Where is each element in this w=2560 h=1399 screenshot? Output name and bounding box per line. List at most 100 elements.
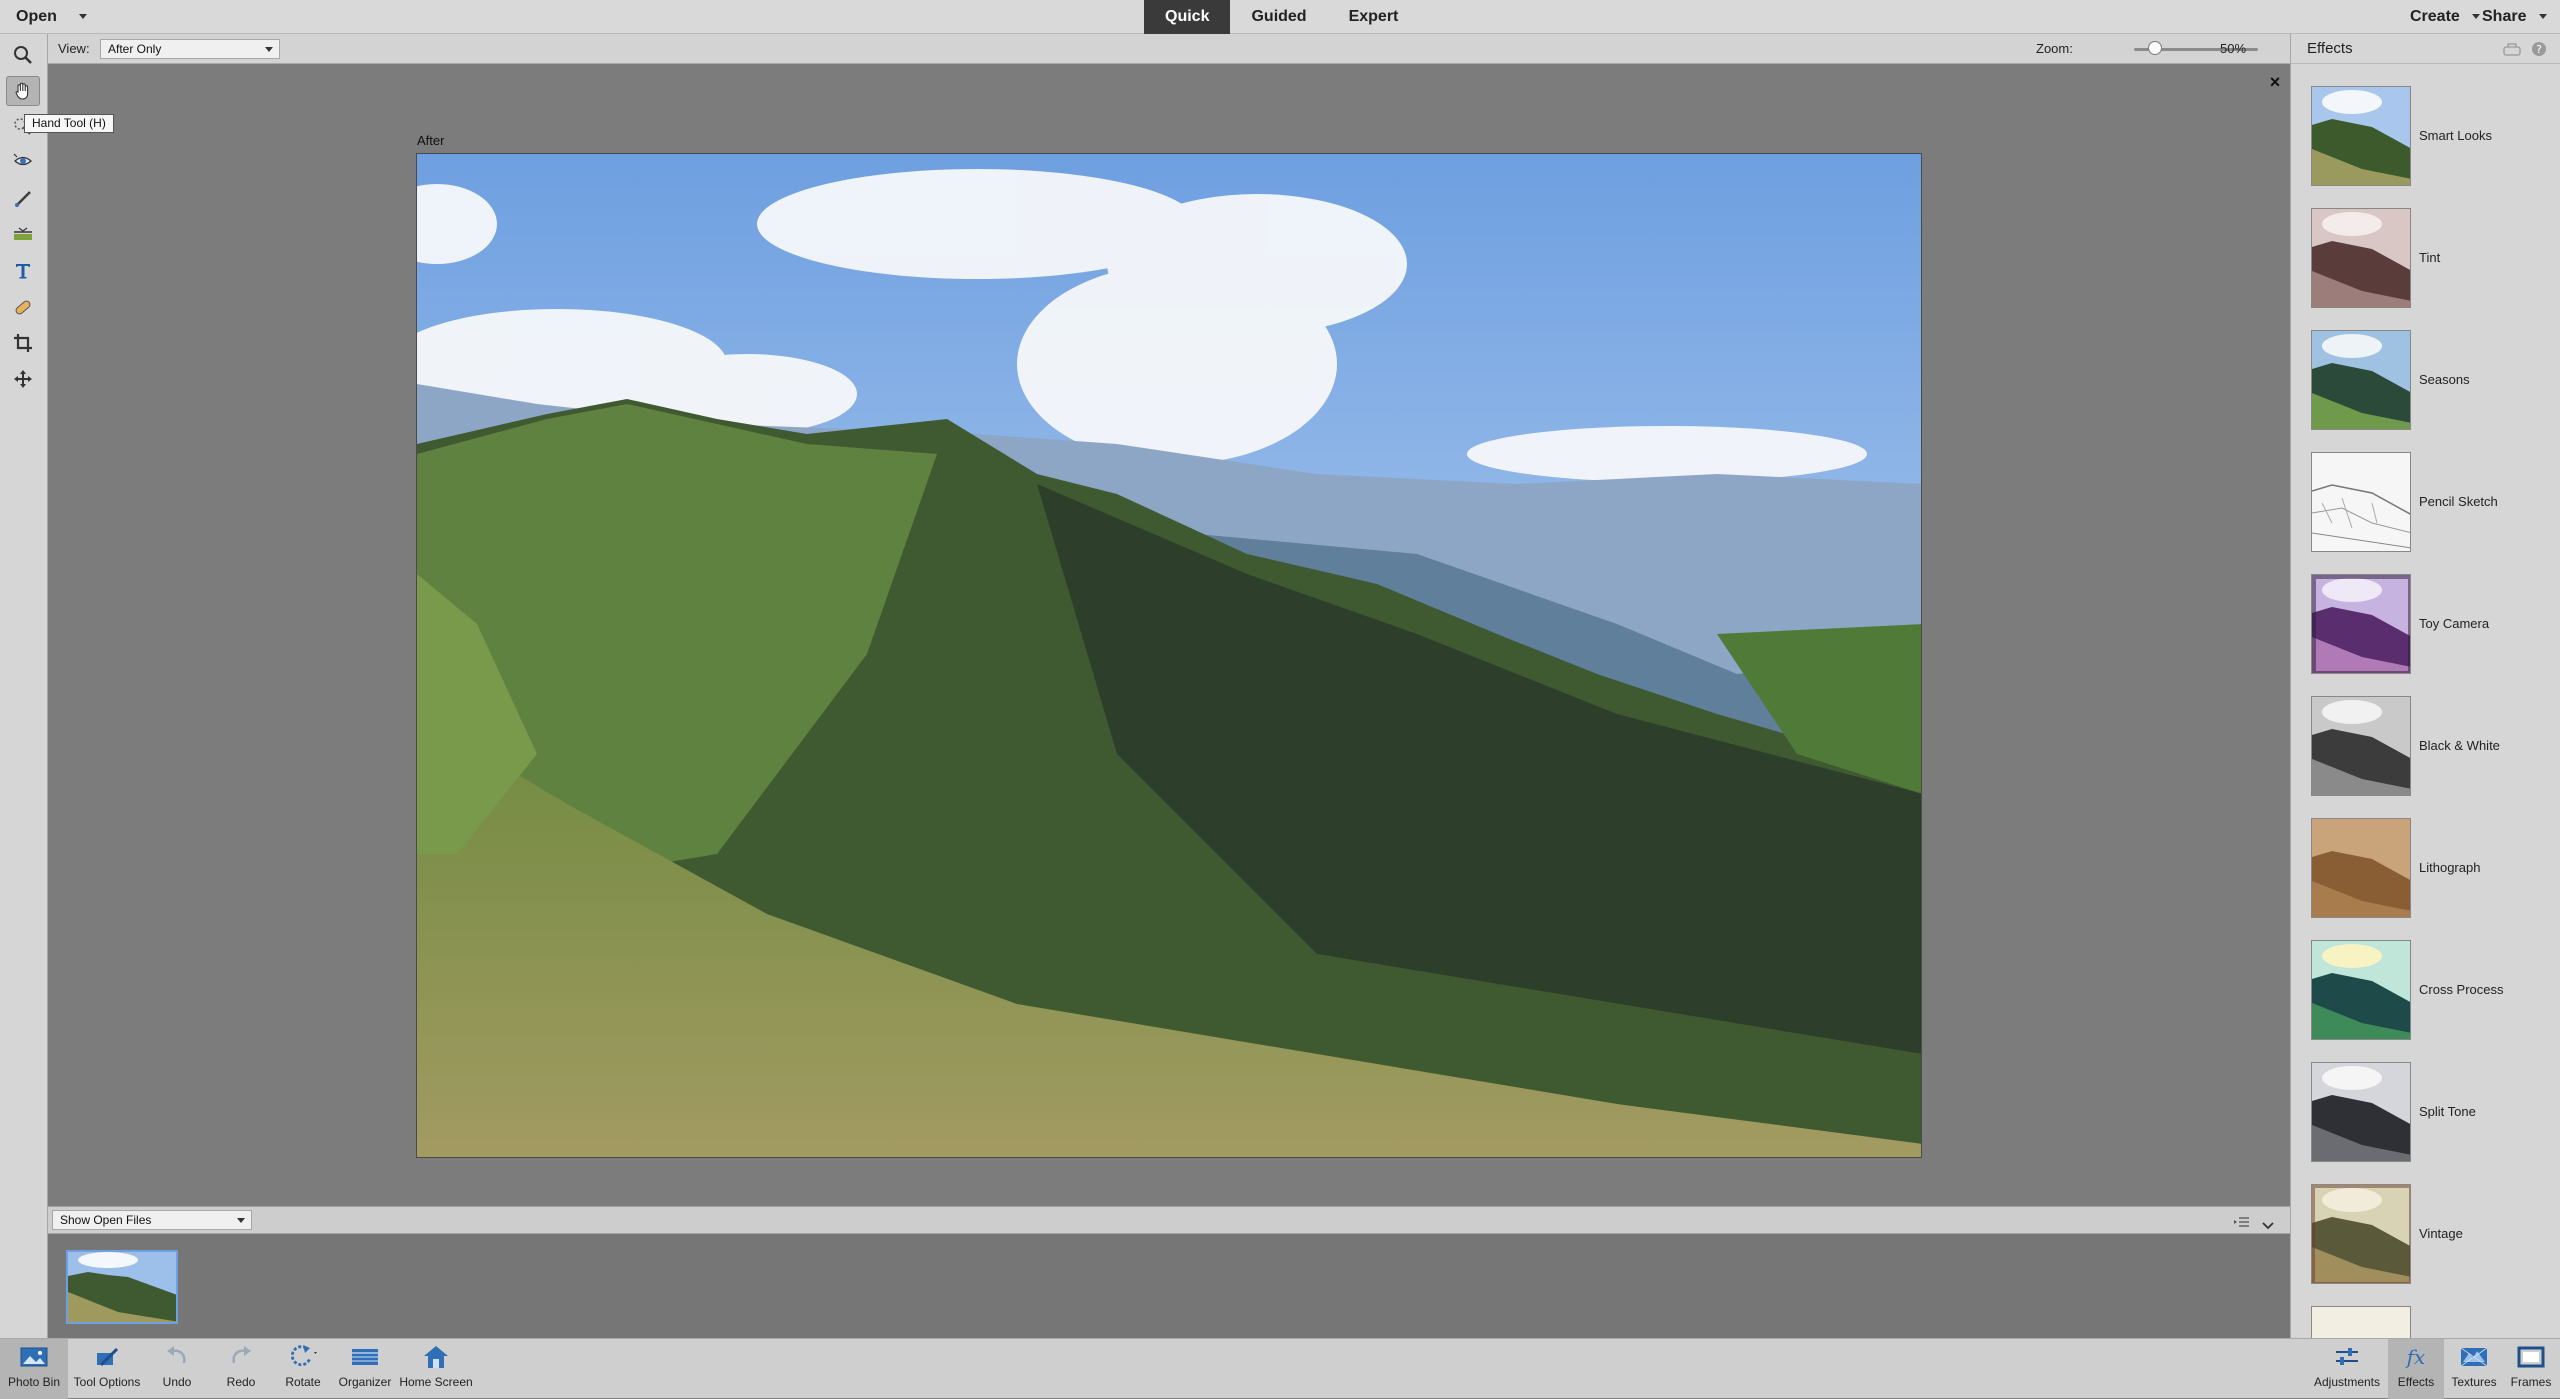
crop-icon: [14, 334, 32, 352]
zoom-tool[interactable]: [6, 40, 40, 70]
frames-button[interactable]: Frames: [2504, 1339, 2558, 1399]
close-document-button[interactable]: ×: [2265, 72, 2285, 92]
effect-cross-process[interactable]: Cross Process: [2311, 940, 2541, 1044]
straighten-tool[interactable]: [6, 220, 40, 250]
after-view-label: After: [417, 133, 445, 148]
tab-quick[interactable]: Quick: [1144, 0, 1231, 34]
chevron-down-icon: [2538, 14, 2547, 20]
document-canvas[interactable]: [416, 153, 1922, 1158]
magnifier-icon: [14, 46, 32, 64]
effect-label: Seasons: [2419, 372, 2470, 387]
redo-button[interactable]: Redo: [210, 1339, 272, 1399]
effects-fx-icon: fx: [2401, 1339, 2431, 1375]
create-menu[interactable]: Create: [2410, 0, 2481, 34]
rotate-button[interactable]: Rotate: [272, 1339, 334, 1399]
effect-smart-looks[interactable]: Smart Looks: [2311, 86, 2541, 190]
tab-expert[interactable]: Expert: [1328, 0, 1420, 34]
chevron-down-icon: [79, 14, 88, 20]
effect-label: Black & White: [2419, 738, 2500, 753]
hand-tool-tooltip: Hand Tool (H): [24, 114, 114, 133]
redo-label: Redo: [226, 1375, 256, 1389]
straighten-icon: [14, 227, 32, 240]
effect-next-partial[interactable]: [2311, 1306, 2541, 1338]
effect-tint[interactable]: Tint: [2311, 208, 2541, 312]
help-icon[interactable]: ?: [2531, 41, 2547, 60]
effects-button[interactable]: fx Effects: [2388, 1339, 2444, 1399]
bandage-icon: [15, 300, 31, 315]
photo-bin-area: [48, 1234, 2290, 1338]
hand-tool[interactable]: [6, 76, 40, 106]
undo-icon: [164, 1339, 190, 1375]
svg-text:?: ?: [2536, 43, 2542, 56]
organizer-icon: [350, 1339, 380, 1375]
tool-options-icon: [93, 1339, 121, 1375]
svg-text:fx: fx: [2405, 1345, 2426, 1369]
view-select[interactable]: After Only: [100, 39, 280, 59]
tool-options-bar: View: After Only Zoom: 50%: [48, 34, 2290, 64]
open-menu[interactable]: Open: [16, 0, 88, 34]
share-label: Share: [2482, 8, 2527, 25]
photo-bin-button[interactable]: Photo Bin: [0, 1339, 68, 1399]
move-tool[interactable]: [6, 364, 40, 394]
organizer-label: Organizer: [338, 1375, 392, 1389]
textures-icon: [2459, 1339, 2489, 1375]
undo-button[interactable]: Undo: [146, 1339, 208, 1399]
photo-bin-icon: [19, 1339, 49, 1375]
effect-vintage[interactable]: Vintage: [2311, 1184, 2541, 1288]
effect-pencil-sketch[interactable]: Pencil Sketch: [2311, 452, 2541, 556]
tab-guided[interactable]: Guided: [1230, 0, 1327, 34]
organizer-button[interactable]: Organizer: [334, 1339, 396, 1399]
create-label: Create: [2410, 8, 2460, 25]
effect-label: Lithograph: [2419, 860, 2481, 875]
tool-options-button[interactable]: Tool Options: [68, 1339, 146, 1399]
eye-icon: [13, 153, 32, 166]
chevron-down-icon: [237, 1218, 245, 1223]
effect-thumbnail: [2311, 1184, 2411, 1284]
zoom-slider-thumb[interactable]: [2148, 41, 2163, 55]
photo-bin-thumbnail[interactable]: [66, 1250, 178, 1324]
home-icon: [422, 1339, 450, 1375]
bin-menu-icon[interactable]: [2234, 1215, 2250, 1231]
effect-black-and-white[interactable]: Black & White: [2311, 696, 2541, 800]
zoom-value: 50%: [2220, 41, 2247, 56]
effects-list: Smart Looks Tint Seasons Pencil Sketch T…: [2290, 64, 2560, 1338]
rotate-icon: [286, 1339, 320, 1375]
mode-tabs: Quick Guided Expert: [1144, 0, 1419, 34]
effect-toy-camera[interactable]: Toy Camera: [2311, 574, 2541, 678]
tool-options-label: Tool Options: [73, 1375, 141, 1389]
share-menu[interactable]: Share: [2482, 0, 2547, 34]
effect-seasons[interactable]: Seasons: [2311, 330, 2541, 434]
effect-split-tone[interactable]: Split Tone: [2311, 1062, 2541, 1166]
text-t-icon: [16, 264, 30, 279]
open-label: Open: [16, 8, 57, 25]
thumbnail-image: [68, 1252, 176, 1322]
view-label: View:: [58, 41, 90, 56]
undo-label: Undo: [162, 1375, 192, 1389]
home-screen-button[interactable]: Home Screen: [396, 1339, 476, 1399]
whiten-teeth-tool[interactable]: [6, 184, 40, 214]
spot-healing-brush-tool[interactable]: [6, 292, 40, 322]
effect-thumbnail: [2311, 330, 2411, 430]
frames-icon: [2516, 1339, 2546, 1375]
effect-label: Cross Process: [2419, 982, 2504, 997]
effect-thumbnail: [2311, 818, 2411, 918]
collapse-bin-icon[interactable]: [2262, 1217, 2274, 1233]
adjustments-button[interactable]: Adjustments: [2308, 1339, 2386, 1399]
reset-panel-icon[interactable]: [2503, 41, 2521, 60]
menu-bar: Open Quick Guided Expert Create Share: [0, 0, 2560, 34]
redo-icon: [228, 1339, 254, 1375]
photo-bin-header: Show Open Files: [48, 1206, 2290, 1234]
crop-tool[interactable]: [6, 328, 40, 358]
textures-label: Textures: [2451, 1375, 2497, 1389]
show-open-files-select[interactable]: Show Open Files: [52, 1210, 252, 1230]
photo-bin-label: Photo Bin: [7, 1375, 61, 1389]
hand-icon: [15, 82, 29, 100]
effect-thumbnail: [2311, 940, 2411, 1040]
textures-button[interactable]: Textures: [2446, 1339, 2502, 1399]
effect-lithograph[interactable]: Lithograph: [2311, 818, 2541, 922]
panel-title: Effects: [2307, 40, 2353, 57]
type-tool[interactable]: [6, 256, 40, 286]
home-screen-label: Home Screen: [399, 1375, 473, 1389]
red-eye-tool[interactable]: [6, 148, 40, 178]
adjustments-icon: [2333, 1339, 2361, 1375]
